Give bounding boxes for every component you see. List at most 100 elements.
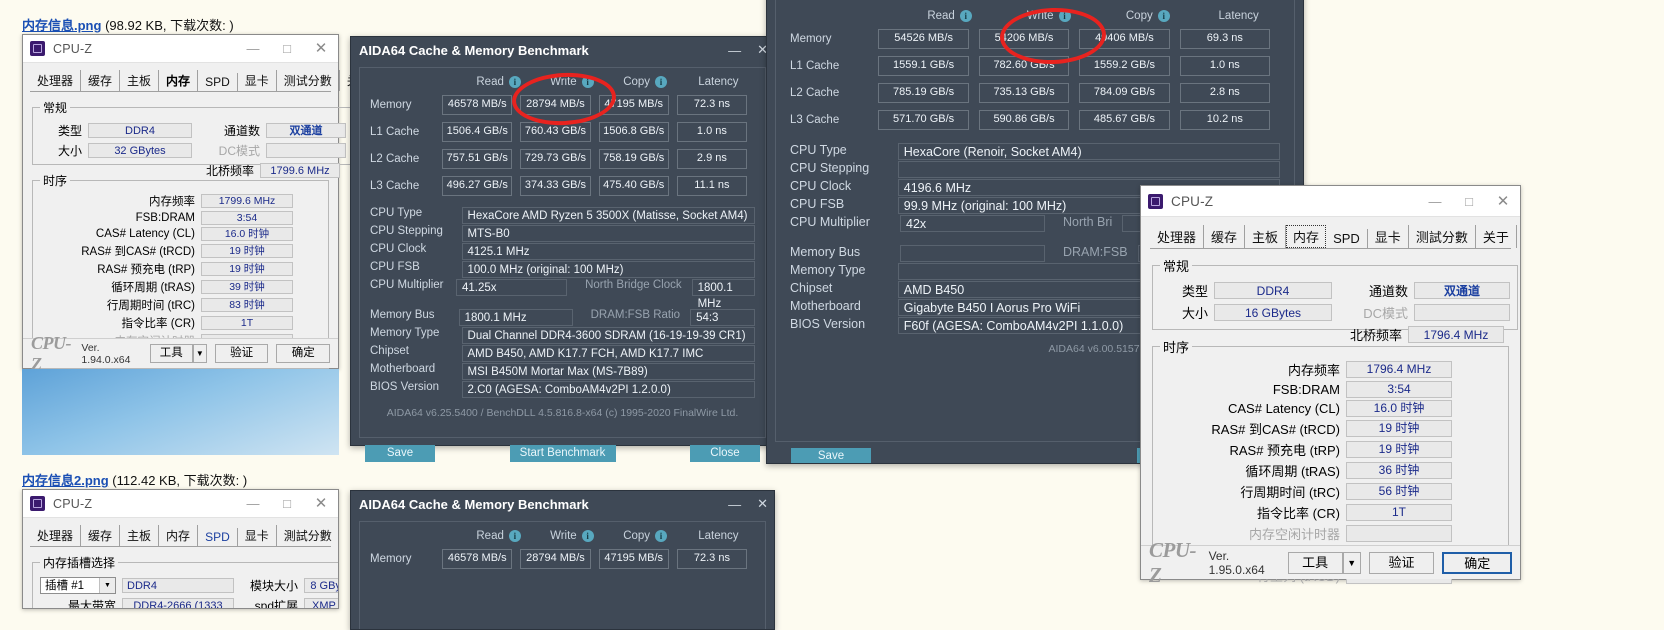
- tab-mainboard[interactable]: 主板: [1245, 225, 1287, 248]
- attachment-link-2[interactable]: 内存信息2.png: [22, 473, 109, 488]
- info-icon-copy[interactable]: i: [1157, 10, 1170, 22]
- tab-spd[interactable]: SPD: [1326, 229, 1368, 248]
- tab-about[interactable]: 关于: [1476, 225, 1517, 248]
- column-copy: Copy i: [1098, 10, 1197, 22]
- tab-processor[interactable]: 处理器: [1150, 225, 1205, 248]
- tab-bench[interactable]: 测試分數: [1409, 225, 1476, 248]
- aida-3-titlebar[interactable]: AIDA64 Cache & Memory Benchmark — ✕: [351, 491, 774, 517]
- cpuz-1-tabs[interactable]: 处理器 缓存 主板 内存 SPD 显卡 测试分數 关于: [30, 70, 379, 92]
- attachment-link-1[interactable]: 内存信息.png: [22, 18, 101, 33]
- tab-cache[interactable]: 缓存: [81, 525, 121, 546]
- detail-label: CPU Type: [370, 207, 423, 219]
- ok-button[interactable]: 确定: [276, 344, 330, 363]
- cpuz-2-tabs[interactable]: 处理器 缓存 主板 内存 SPD 显卡 测試分數 关于: [1150, 225, 1517, 249]
- cpuz-1-titlebar[interactable]: CPU-Z — □ ✕: [23, 35, 338, 63]
- cpuz-3-tabs[interactable]: 处理器 缓存 主板 内存 SPD 显卡 測試分數 关于: [30, 525, 332, 547]
- benchmark-row: L1 Cache 1506.4 GB/s 760.43 GB/s 1506.8 GB/…: [370, 122, 755, 142]
- maximize-icon[interactable]: □: [270, 35, 304, 62]
- close-icon[interactable]: ✕: [304, 490, 338, 517]
- info-icon-copy[interactable]: i: [655, 76, 668, 88]
- chevron-down-icon[interactable]: ▼: [192, 344, 207, 363]
- timing-label: RAS# 预充电 (tRP): [1229, 443, 1340, 458]
- benchmark-row-label: L1 Cache: [790, 60, 840, 72]
- info-icon-read[interactable]: i: [959, 10, 972, 22]
- validate-button[interactable]: 验证: [1368, 551, 1435, 574]
- minimize-icon[interactable]: —: [1418, 186, 1452, 216]
- timing-label: RAS# 到CAS# (tRCD): [1211, 422, 1340, 437]
- aida64-window-1[interactable]: AIDA64 Cache & Memory Benchmark — ✕ Read…: [350, 36, 775, 462]
- tab-mainboard[interactable]: 主板: [120, 70, 160, 91]
- info-icon-copy[interactable]: i: [655, 530, 668, 542]
- cpuz-3-title: CPU-Z: [53, 496, 93, 511]
- type-label: 类型: [1181, 284, 1208, 299]
- minimize-icon[interactable]: —: [236, 35, 270, 62]
- tab-processor[interactable]: 处理器: [30, 70, 82, 91]
- info-icon-write[interactable]: i: [1058, 10, 1071, 22]
- info-icon-read[interactable]: i: [508, 76, 521, 88]
- aida64-window-3[interactable]: AIDA64 Cache & Memory Benchmark — ✕ Read…: [350, 490, 775, 630]
- chevron-down-icon[interactable]: ▼: [1342, 551, 1361, 574]
- tab-graphics[interactable]: 显卡: [238, 70, 277, 91]
- tab-graphics[interactable]: 显卡: [238, 525, 277, 546]
- dcmode-value: [1414, 304, 1510, 321]
- tab-spd[interactable]: SPD: [198, 528, 238, 546]
- info-icon-read[interactable]: i: [508, 530, 521, 542]
- maximize-icon[interactable]: □: [270, 490, 304, 517]
- tab-memory[interactable]: 内存: [159, 70, 199, 91]
- benchmark-row-label: L1 Cache: [370, 126, 420, 138]
- minimize-icon[interactable]: —: [728, 43, 741, 58]
- timing-row: RAS# 预充电 (tRP) 19 时钟: [1160, 440, 1501, 459]
- detail-value: 41.25x: [456, 279, 568, 296]
- minimize-icon[interactable]: —: [728, 497, 741, 512]
- info-icon-write[interactable]: i: [581, 530, 594, 542]
- cpuz-window-1[interactable]: CPU-Z — □ ✕ 处理器 缓存 主板 内存 SPD 显卡 测试分數 关于 …: [22, 34, 379, 384]
- detail-secondary-value: 54:3: [690, 309, 755, 326]
- tab-processor[interactable]: 处理器: [30, 525, 82, 546]
- detail-row: CPU Type HexaCore AMD Ryzen 5 3500X (Mati…: [370, 207, 755, 224]
- cpuz-window-2[interactable]: CPU-Z — □ ✕ 处理器 缓存 主板 内存 SPD 显卡 测試分數 关于 …: [1140, 185, 1521, 587]
- tab-memory[interactable]: 内存: [1286, 225, 1327, 248]
- benchmark-copy-value: 1559.2 GB/s: [1079, 56, 1170, 76]
- detail-row: CPU Stepping MTS-B0: [370, 225, 755, 242]
- tab-cache[interactable]: 缓存: [1204, 225, 1246, 248]
- tab-spd[interactable]: SPD: [198, 73, 238, 91]
- cpuz-2-general-group: 常规 类型 DDR4 通道数 双通道 大小 16 GBytes DC模式 北桥频…: [1152, 256, 1518, 343]
- tab-cache[interactable]: 缓存: [81, 70, 121, 91]
- info-icon-write[interactable]: i: [581, 76, 594, 88]
- cpuz-app-icon: [30, 41, 45, 56]
- timing-label: 循环周期 (tRAS): [1245, 464, 1340, 479]
- cpuz-2-titlebar[interactable]: CPU-Z — □ ✕: [1141, 186, 1520, 217]
- save-button[interactable]: Save: [791, 448, 871, 463]
- detail-label: BIOS Version: [370, 381, 440, 393]
- chevron-down-icon[interactable]: ▼: [99, 578, 115, 593]
- aida-1-titlebar[interactable]: AIDA64 Cache & Memory Benchmark — ✕: [351, 37, 774, 63]
- cpuz-window-3[interactable]: CPU-Z — □ ✕ 处理器 缓存 主板 内存 SPD 显卡 測試分數 关于 …: [22, 489, 339, 609]
- tools-button[interactable]: 工具: [149, 344, 193, 363]
- tab-graphics[interactable]: 显卡: [1368, 225, 1409, 248]
- validate-button[interactable]: 验证: [214, 344, 269, 363]
- timing-row: FSB:DRAM 3:54: [40, 211, 321, 225]
- tab-memory[interactable]: 内存: [159, 525, 199, 546]
- max-bandwidth-label: 最大带宽: [67, 599, 116, 609]
- minimize-icon[interactable]: —: [236, 490, 270, 517]
- benchmark-latency-value: 11.1 ns: [676, 176, 748, 196]
- tab-bench[interactable]: 測試分數: [277, 525, 338, 546]
- benchmark-read-value: 571.70 GB/s: [878, 110, 969, 130]
- cpuz-3-titlebar[interactable]: CPU-Z — □ ✕: [23, 490, 338, 518]
- ok-button[interactable]: 确定: [1442, 551, 1513, 574]
- slot-select[interactable]: 插槽 #1 ▼: [40, 577, 116, 594]
- tab-mainboard[interactable]: 主板: [120, 525, 160, 546]
- close-icon[interactable]: ✕: [1486, 186, 1520, 216]
- maximize-icon[interactable]: □: [1452, 186, 1486, 216]
- save-button[interactable]: Save: [365, 445, 435, 462]
- detail-label: Chipset: [370, 345, 409, 357]
- close-icon[interactable]: ✕: [757, 496, 768, 512]
- timing-row: 内存频率 1796.4 MHz: [1160, 360, 1501, 379]
- tab-bench[interactable]: 测试分數: [277, 70, 340, 91]
- close-button[interactable]: Close: [690, 445, 760, 462]
- close-icon[interactable]: ✕: [304, 35, 338, 62]
- start-benchmark-button[interactable]: Start Benchmark: [509, 445, 616, 462]
- benchmark-latency-value: 1.0 ns: [676, 122, 748, 142]
- tools-button[interactable]: 工具: [1287, 551, 1343, 574]
- cpuz-3-spd-group: 内存插槽选择 插槽 #1 ▼ DDR4 模块大小 8 GBytes 最大带宽 D…: [32, 554, 338, 609]
